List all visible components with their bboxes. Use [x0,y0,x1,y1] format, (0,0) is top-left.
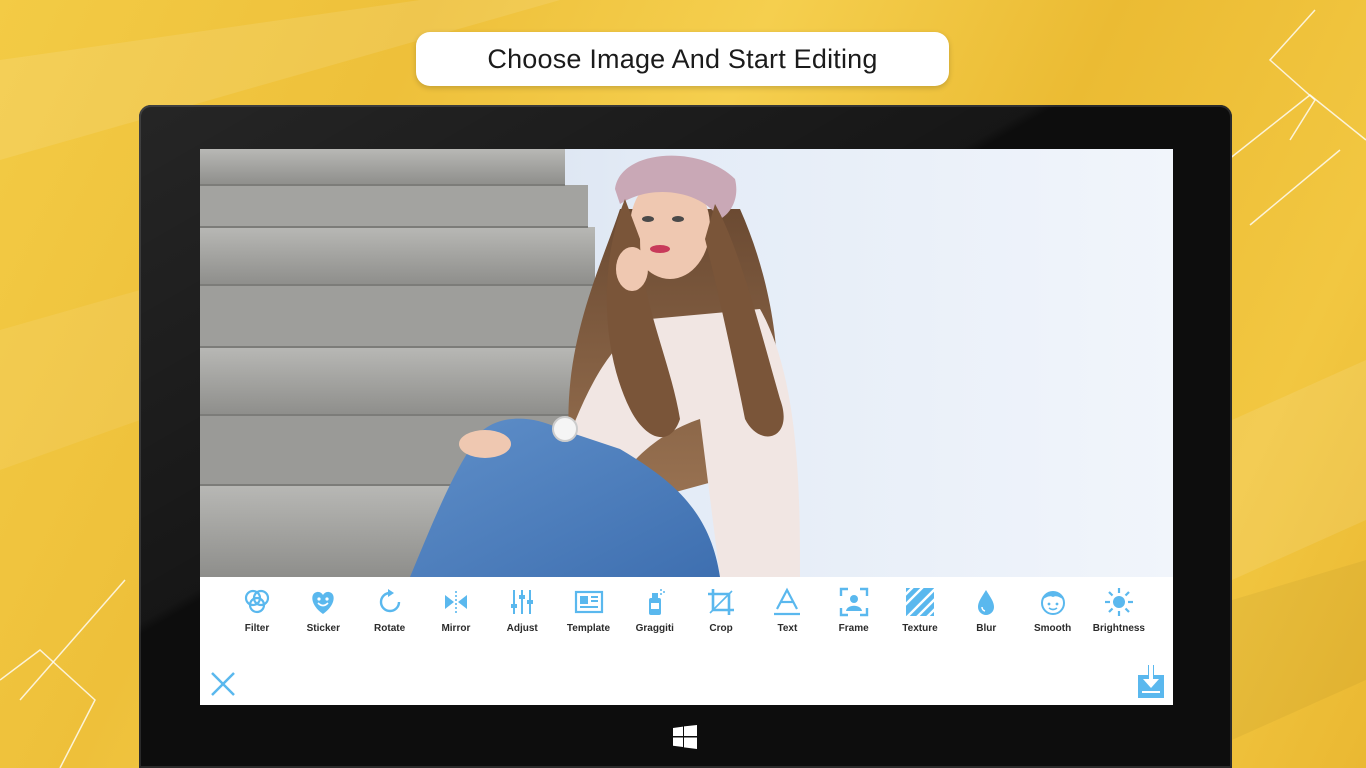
tool-label: Frame [838,623,869,634]
photo-image [200,149,1173,577]
tool-mirror[interactable]: Mirror [423,587,489,647]
tool-label: Smooth [1033,623,1072,634]
save-download-icon[interactable] [1137,665,1165,699]
tool-template[interactable]: Template [556,587,622,647]
filter-icon [244,589,270,614]
close-icon[interactable] [208,669,238,699]
smooth-face-icon [1040,591,1065,615]
tool-label: Adjust [506,623,538,634]
windows-logo-icon[interactable] [673,725,697,749]
editing-toolbar: Filter Sticker Rotate Mirror Adjust Template G… [200,577,1173,657]
app-screen: Filter Sticker Rotate Mirror Adjust Template G… [200,149,1173,705]
tool-label: Template [566,623,611,634]
photo-preview[interactable] [200,149,1173,577]
adjust-icon [511,590,534,614]
blur-drop-icon [978,590,995,615]
bottom-action-bar [200,657,1173,705]
tool-brightness[interactable]: Brightness [1086,587,1152,647]
tool-label: Filter [244,623,270,634]
tool-sticker[interactable]: Sticker [290,587,356,647]
rotate-icon [379,589,400,613]
tool-adjust[interactable]: Adjust [489,587,555,647]
text-icon [774,587,801,616]
tablet-device-frame: Filter Sticker Rotate Mirror Adjust Template G… [139,105,1232,768]
page-title: Choose Image And Start Editing [487,43,878,74]
tool-label: Rotate [374,623,406,634]
template-icon [574,590,603,614]
tool-label: Mirror [441,623,471,634]
tool-label: Texture [902,623,938,634]
tool-smooth[interactable]: Smooth [1020,587,1086,647]
tool-text[interactable]: Text [754,587,820,647]
brightness-sun-icon [1104,588,1133,616]
tool-blur[interactable]: Blur [953,587,1019,647]
mirror-icon [444,591,467,613]
page-title-banner: Choose Image And Start Editing [416,32,949,86]
tool-label: Sticker [306,623,340,634]
tool-rotate[interactable]: Rotate [357,587,423,647]
tool-label: Blur [976,623,997,634]
spray-can-icon [648,589,665,615]
crop-icon [708,589,735,615]
sticker-icon [312,591,334,614]
tool-label: Brightness [1092,623,1145,634]
tool-label: Crop [709,623,733,634]
tool-crop[interactable]: Crop [688,587,754,647]
tool-label: Graggiti [635,623,674,634]
tool-graggiti[interactable]: Graggiti [622,587,688,647]
frame-icon [839,587,868,617]
tool-frame[interactable]: Frame [821,587,887,647]
tool-label: Text [777,623,798,634]
tool-filter[interactable]: Filter [224,587,290,647]
tool-texture[interactable]: Texture [887,587,953,647]
texture-icon [905,587,935,617]
